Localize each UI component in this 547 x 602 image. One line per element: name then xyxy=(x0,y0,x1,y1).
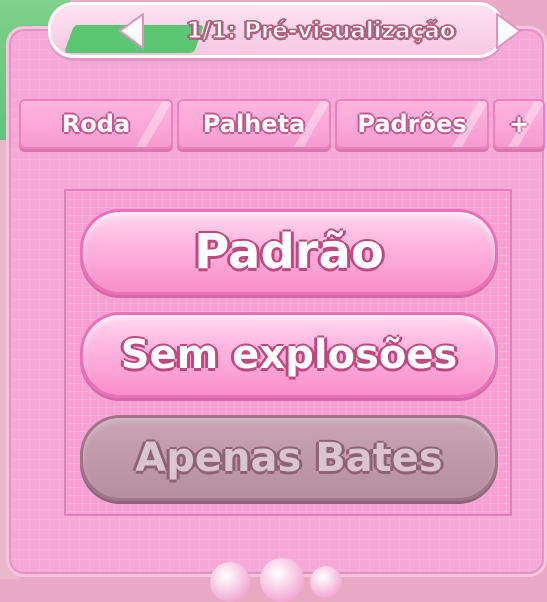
option-label: Padrão xyxy=(194,224,384,280)
tab-label: Palheta xyxy=(202,110,306,138)
triangle-right-icon[interactable] xyxy=(491,11,525,51)
option-label: Sem explosões xyxy=(120,332,458,378)
tab-more[interactable]: + xyxy=(493,99,545,149)
option-sem-explosoes-button[interactable]: Sem explosões xyxy=(80,312,498,398)
header-title: 1/1: Pré-visualização xyxy=(186,17,456,44)
option-padrao-button[interactable]: Padrão xyxy=(80,209,498,295)
decorative-bubbles xyxy=(200,556,350,602)
option-label: Apenas Bates xyxy=(135,435,443,481)
tab-label: + xyxy=(508,110,530,138)
options-panel: Roda Palheta Padrões + Padrão Sem explos… xyxy=(6,26,547,577)
tab-label: Padrões xyxy=(357,110,467,138)
tab-palheta[interactable]: Palheta xyxy=(177,99,331,149)
tab-label: Roda xyxy=(61,110,131,138)
tab-padroes[interactable]: Padrões xyxy=(335,99,489,149)
tab-roda[interactable]: Roda xyxy=(19,99,173,149)
triangle-left-icon[interactable] xyxy=(115,11,149,51)
preview-header: 1/1: Pré-visualização xyxy=(48,2,521,58)
tab-bar: Roda Palheta Padrões + xyxy=(19,99,547,149)
options-content-frame: Padrão Sem explosões Apenas Bates xyxy=(64,189,512,516)
option-apenas-bates-button[interactable]: Apenas Bates xyxy=(80,415,498,501)
